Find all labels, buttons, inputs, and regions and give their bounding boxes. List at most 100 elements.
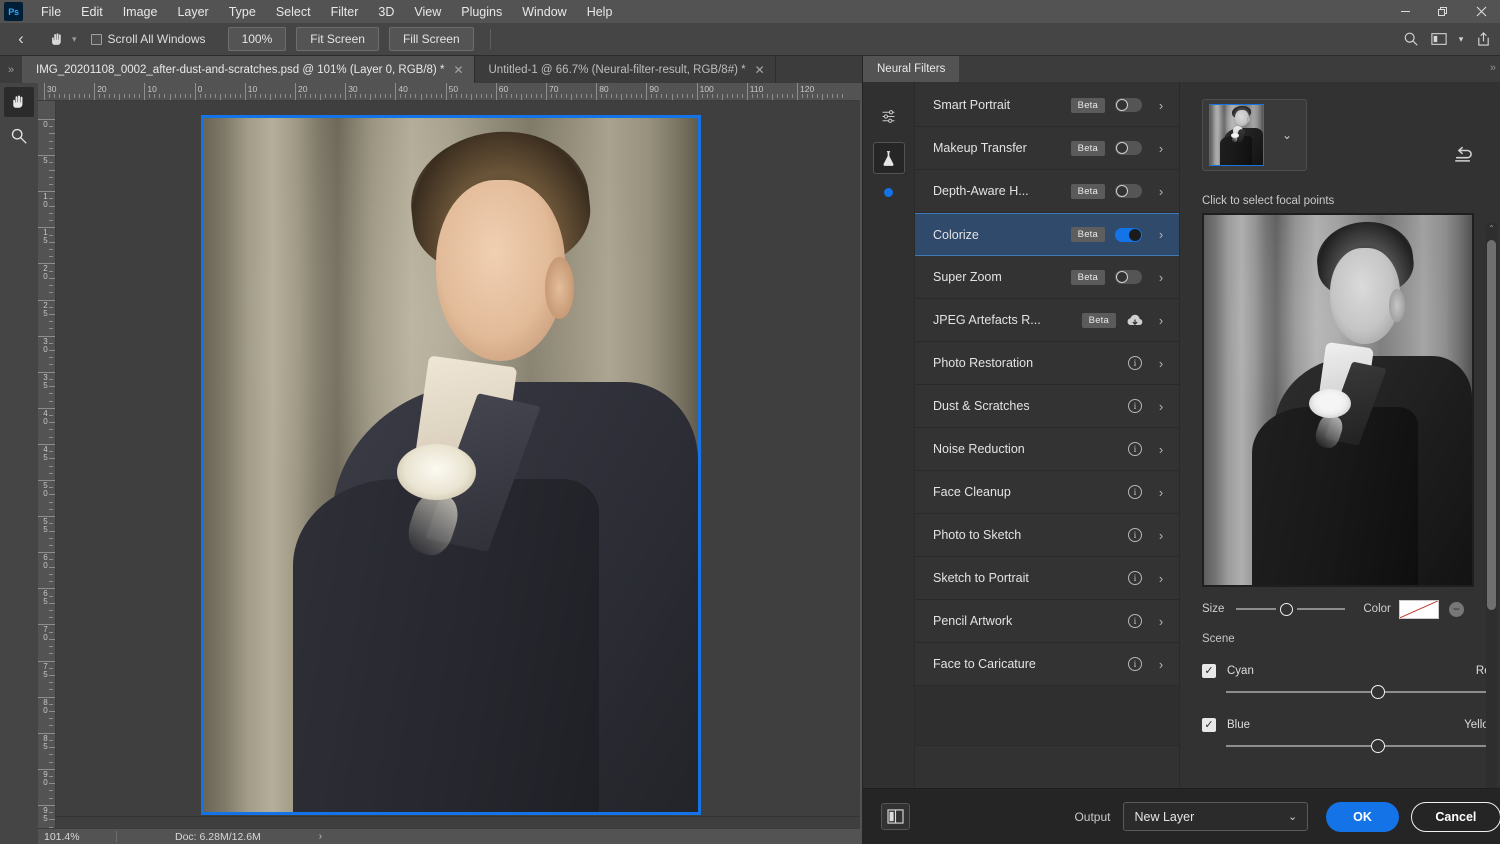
scroll-all-windows-checkbox[interactable]: Scroll All Windows xyxy=(91,32,206,46)
chevron-right-icon[interactable]: › xyxy=(1155,657,1167,672)
size-slider-knob[interactable] xyxy=(1280,603,1293,616)
menu-help[interactable]: Help xyxy=(577,2,623,22)
menu-window[interactable]: Window xyxy=(512,2,576,22)
cyan-red-slider-track[interactable] xyxy=(1226,691,1494,693)
filter-row-smart-portrait[interactable]: Smart PortraitBeta› xyxy=(915,84,1179,127)
chevron-right-icon[interactable]: › xyxy=(1155,184,1167,199)
info-icon[interactable]: i xyxy=(1128,485,1142,499)
blue-yellow-slider-knob[interactable] xyxy=(1371,739,1385,753)
share-icon[interactable] xyxy=(1470,26,1496,52)
output-dropdown[interactable]: New Layer ⌄ xyxy=(1123,802,1308,831)
zoom-100-button[interactable]: 100% xyxy=(228,27,287,51)
filter-list[interactable]: Smart PortraitBeta›Makeup TransferBeta›D… xyxy=(915,82,1180,788)
info-icon[interactable]: i xyxy=(1128,528,1142,542)
close-icon[interactable]: ✕ xyxy=(755,63,765,77)
reference-thumbnail-selector[interactable]: ⌄ xyxy=(1202,99,1307,171)
filter-toggle[interactable] xyxy=(1115,184,1142,198)
zoom-level[interactable]: 101.4% xyxy=(38,831,116,843)
menu-type[interactable]: Type xyxy=(219,2,266,22)
panel-expand-icon[interactable]: » xyxy=(0,56,22,83)
canvas-horizontal-scrollbar[interactable] xyxy=(56,816,860,828)
filter-toggle[interactable] xyxy=(1115,228,1142,242)
fit-screen-button[interactable]: Fit Screen xyxy=(296,27,379,51)
close-icon[interactable]: ✕ xyxy=(453,63,463,77)
menu-file[interactable]: File xyxy=(31,2,71,22)
menu-filter[interactable]: Filter xyxy=(321,2,369,22)
maximize-button[interactable] xyxy=(1424,0,1462,23)
split-view-icon[interactable] xyxy=(881,803,910,830)
filter-row-jpeg-artefacts-r[interactable]: JPEG Artefacts R...Beta› xyxy=(915,299,1179,342)
info-icon[interactable]: i xyxy=(1128,399,1142,413)
tab-neural-filters[interactable]: Neural Filters xyxy=(863,56,959,82)
menu-image[interactable]: Image xyxy=(113,2,168,22)
minimize-button[interactable] xyxy=(1386,0,1424,23)
info-icon[interactable]: i xyxy=(1128,657,1142,671)
chevron-down-icon[interactable]: ▾ xyxy=(1454,26,1468,52)
info-icon[interactable]: i xyxy=(1128,442,1142,456)
chevron-right-icon[interactable]: › xyxy=(1155,98,1167,113)
blue-yellow-checkbox[interactable]: ✓ xyxy=(1202,718,1216,732)
chevron-right-icon[interactable]: › xyxy=(1155,356,1167,371)
menu-3d[interactable]: 3D xyxy=(368,2,404,22)
document-tab-1[interactable]: IMG_20201108_0002_after-dust-and-scratch… xyxy=(22,56,475,83)
filter-row-noise-reduction[interactable]: Noise Reductioni› xyxy=(915,428,1179,471)
cyan-red-checkbox[interactable]: ✓ xyxy=(1202,664,1216,678)
document-tab-2[interactable]: Untitled-1 @ 66.7% (Neural-filter-result… xyxy=(475,56,776,83)
filter-row-face-to-caricature[interactable]: Face to Caricaturei› xyxy=(915,643,1179,686)
chevron-right-icon[interactable]: › xyxy=(1155,141,1167,156)
cloud-download-icon[interactable] xyxy=(1126,313,1144,328)
chevron-right-icon[interactable]: › xyxy=(1155,485,1167,500)
size-track-left[interactable] xyxy=(1236,608,1276,610)
filter-row-depth-aware-h[interactable]: Depth-Aware H...Beta› xyxy=(915,170,1179,213)
filter-row-colorize[interactable]: ColorizeBeta› xyxy=(915,213,1179,256)
chevron-right-icon[interactable]: › xyxy=(1155,528,1167,543)
filter-toggle[interactable] xyxy=(1115,270,1142,284)
menu-edit[interactable]: Edit xyxy=(71,2,113,22)
filter-toggle[interactable] xyxy=(1115,98,1142,112)
filter-row-face-cleanup[interactable]: Face Cleanupi› xyxy=(915,471,1179,514)
sliders-icon[interactable] xyxy=(873,100,905,132)
chevron-right-icon[interactable]: › xyxy=(1155,614,1167,629)
zoom-tool-button[interactable] xyxy=(4,121,34,151)
scroll-up-icon[interactable]: ⌃ xyxy=(1486,224,1497,233)
menu-select[interactable]: Select xyxy=(266,2,321,22)
status-expand-icon[interactable]: › xyxy=(319,831,322,842)
info-icon[interactable]: i xyxy=(1128,571,1142,585)
blue-yellow-slider-track[interactable] xyxy=(1226,745,1494,747)
menu-view[interactable]: View xyxy=(404,2,451,22)
chevron-right-icon[interactable]: › xyxy=(1155,442,1167,457)
filter-row-photo-to-sketch[interactable]: Photo to Sketchi› xyxy=(915,514,1179,557)
hand-tool-button[interactable] xyxy=(4,87,34,117)
tool-preset-chevron-icon[interactable]: ▾ xyxy=(72,34,77,45)
menu-layer[interactable]: Layer xyxy=(167,2,218,22)
remove-color-button[interactable]: − xyxy=(1449,602,1464,617)
fill-screen-button[interactable]: Fill Screen xyxy=(389,27,474,51)
revert-icon[interactable] xyxy=(1453,146,1473,169)
size-track-right[interactable] xyxy=(1297,608,1345,610)
hand-tool-icon[interactable] xyxy=(44,26,70,52)
flask-icon[interactable] xyxy=(873,142,905,174)
info-icon[interactable]: i xyxy=(1128,614,1142,628)
filter-row-pencil-artwork[interactable]: Pencil Artworki› xyxy=(915,600,1179,643)
info-icon[interactable]: i xyxy=(1128,356,1142,370)
color-swatch[interactable] xyxy=(1399,600,1439,619)
menu-plugins[interactable]: Plugins xyxy=(451,2,512,22)
cyan-red-slider-knob[interactable] xyxy=(1371,685,1385,699)
document-canvas[interactable] xyxy=(201,115,701,815)
filter-toggle[interactable] xyxy=(1115,141,1142,155)
reference-thumbnail[interactable] xyxy=(1209,104,1264,166)
back-arrow-icon[interactable]: ‹ xyxy=(6,26,36,52)
chevron-right-icon[interactable]: › xyxy=(1155,571,1167,586)
panel-overflow-icon[interactable]: » xyxy=(1490,62,1496,74)
workspace-icon[interactable] xyxy=(1426,26,1452,52)
ok-button[interactable]: OK xyxy=(1326,802,1399,832)
filter-preview-image[interactable] xyxy=(1202,213,1474,587)
filter-row-sketch-to-portrait[interactable]: Sketch to Portraiti› xyxy=(915,557,1179,600)
canvas-area[interactable] xyxy=(56,101,860,828)
chevron-right-icon[interactable]: › xyxy=(1155,399,1167,414)
scrollbar-thumb[interactable] xyxy=(1487,240,1496,610)
cancel-button[interactable]: Cancel xyxy=(1411,802,1500,832)
chevron-down-icon[interactable]: ⌄ xyxy=(1282,128,1292,142)
filter-row-photo-restoration[interactable]: Photo Restorationi› xyxy=(915,342,1179,385)
chevron-right-icon[interactable]: › xyxy=(1155,313,1167,328)
